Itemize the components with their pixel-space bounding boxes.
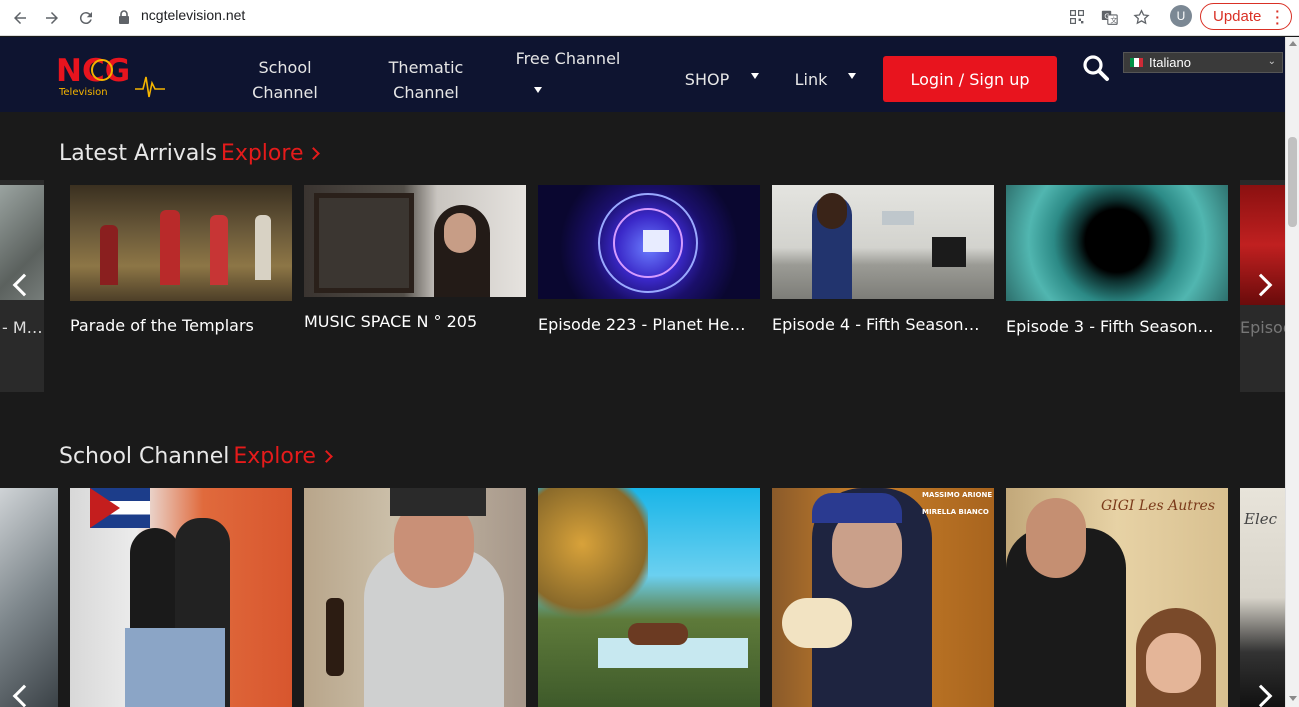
school-card-1-thumbnail[interactable] — [70, 488, 292, 707]
more-vert-icon: · · · — [1275, 3, 1280, 31]
menu-link[interactable]: Link — [793, 67, 829, 92]
latest-card-4-title[interactable]: Episode 4 - Fifth Season - Health — [772, 315, 984, 334]
school-next-card[interactable]: Elec — [1240, 488, 1285, 707]
login-signup-button[interactable]: Login / Sign up — [883, 56, 1057, 102]
latest-card-1-title[interactable]: Parade of the Templars — [70, 316, 292, 335]
logo-text: NCG — [56, 53, 130, 89]
scroll-up-icon[interactable] — [1289, 41, 1297, 46]
school-channel-heading: School Channel Explore — [59, 444, 333, 469]
qr-code-icon[interactable] — [1067, 7, 1087, 27]
school-next-card-text: Elec — [1244, 510, 1278, 528]
chef-credit-2: MIRELLA BIANCO — [922, 508, 989, 516]
menu-thematic-channel[interactable]: Thematic Channel — [376, 55, 476, 105]
menu-free-label: Free Channel — [515, 49, 621, 68]
latest-card-5-title[interactable]: Episode 3 - Fifth Season - Health — [1006, 317, 1218, 336]
latest-next-card-title: Episod — [1240, 318, 1285, 337]
svg-text:G: G — [1104, 12, 1109, 20]
latest-card-2-thumbnail[interactable] — [304, 185, 526, 297]
latest-card-2-title[interactable]: MUSIC SPACE N ° 205 — [304, 312, 526, 331]
address-bar[interactable]: ncgtelevision.net — [141, 7, 245, 23]
shop-caret-icon — [751, 73, 759, 79]
browser-toolbar: ncgtelevision.net G文 U Update · · · — [0, 0, 1299, 36]
language-select[interactable]: Italiano ⌄ — [1123, 52, 1283, 73]
back-button[interactable] — [8, 6, 32, 30]
italy-flag-icon — [1130, 58, 1143, 67]
menu-shop-label: SHOP — [684, 70, 730, 89]
site-header: NCG Television School Channel Thematic C… — [0, 37, 1285, 112]
chevron-right-icon — [307, 147, 321, 160]
school-explore-link[interactable]: Explore — [233, 444, 316, 469]
update-label: Update — [1213, 8, 1262, 25]
arrow-left-icon — [14, 12, 26, 24]
star-icon[interactable] — [1131, 7, 1151, 27]
reload-button[interactable] — [74, 6, 98, 30]
free-channel-caret-icon — [534, 87, 542, 93]
forward-button[interactable] — [40, 6, 64, 30]
latest-card-4-thumbnail[interactable] — [772, 185, 994, 299]
reload-icon — [79, 12, 92, 25]
page-scrollbar[interactable] — [1285, 37, 1299, 707]
menu-shop[interactable]: SHOP — [684, 67, 730, 92]
lock-icon — [119, 10, 129, 24]
school-card-2-thumbnail[interactable] — [304, 488, 526, 707]
chef-credit-1: MASSIMO ARIONE — [922, 491, 993, 499]
menu-free-channel[interactable]: Free Channel — [505, 46, 631, 71]
logo-subtext: Television — [58, 87, 108, 98]
profile-avatar[interactable]: U — [1170, 5, 1192, 27]
latest-arrivals-heading: Latest Arrivals Explore — [59, 141, 321, 166]
school-card-5-thumbnail[interactable]: GIGI Les Autres — [1006, 488, 1228, 707]
arrow-right-icon — [46, 12, 58, 24]
chevron-down-icon: ⌄ — [1267, 56, 1276, 67]
search-icon[interactable] — [1082, 54, 1110, 82]
link-caret-icon — [848, 73, 856, 79]
language-value: Italiano — [1149, 55, 1191, 70]
latest-card-5-thumbnail[interactable] — [1006, 185, 1228, 301]
scroll-thumb[interactable] — [1288, 137, 1297, 227]
latest-card-3-title[interactable]: Episode 223 - Planet Health — [538, 315, 752, 334]
menu-link-label: Link — [794, 70, 828, 89]
menu-school-channel[interactable]: School Channel — [235, 55, 335, 105]
menu-thematic-label: Thematic Channel — [388, 58, 464, 102]
update-button[interactable]: Update · · · — [1200, 3, 1292, 30]
menu-school-label: School Channel — [252, 58, 318, 102]
chevron-right-icon — [320, 450, 333, 463]
translate-icon[interactable]: G文 — [1099, 7, 1119, 27]
latest-explore-link[interactable]: Explore — [221, 141, 304, 166]
svg-text:文: 文 — [1110, 15, 1117, 24]
latest-prev-card-title: - MY... — [2, 318, 44, 337]
school-channel-title: School Channel — [59, 444, 230, 469]
scroll-down-icon[interactable] — [1289, 696, 1297, 701]
latest-card-1-thumbnail[interactable] — [70, 185, 292, 301]
school-card-3-thumbnail[interactable] — [538, 488, 760, 707]
school-prev-card[interactable] — [0, 488, 58, 707]
latest-arrivals-title: Latest Arrivals — [59, 141, 217, 166]
latest-card-3-thumbnail[interactable] — [538, 185, 760, 299]
school-card-4-thumbnail[interactable]: MASSIMO ARIONE MIRELLA BIANCO — [772, 488, 994, 707]
ncg-logo[interactable]: NCG Television — [55, 47, 167, 99]
gigi-caption: GIGI Les Autres — [1101, 498, 1216, 514]
